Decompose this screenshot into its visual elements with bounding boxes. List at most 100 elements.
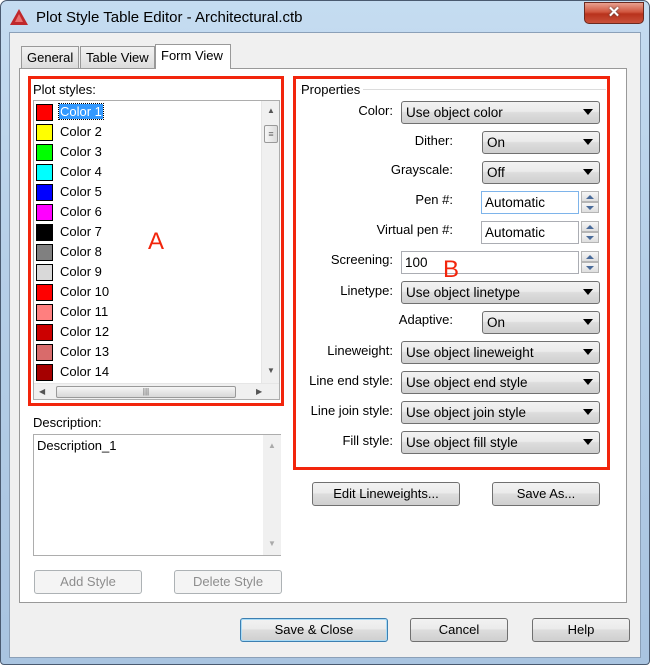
annotation-b: B — [443, 256, 460, 283]
plot-style-item[interactable]: Color 6 — [34, 202, 259, 222]
virtual-pen-spinner[interactable] — [581, 221, 599, 244]
save-as-button[interactable]: Save As... — [492, 482, 600, 506]
linetype-dropdown[interactable]: Use object linetype — [401, 281, 600, 304]
spin-up-button[interactable] — [581, 251, 599, 262]
color-swatch — [36, 164, 53, 181]
virtual-pen-value: Automatic — [485, 225, 546, 240]
adaptive-value: On — [487, 315, 506, 330]
plot-style-item[interactable]: Color 7 — [34, 222, 259, 242]
scroll-left-arrow-icon[interactable]: ◀ — [39, 387, 45, 396]
title-bar[interactable]: Plot Style Table Editor - Architectural.… — [1, 1, 649, 33]
color-swatch — [36, 344, 53, 361]
lineweight-dropdown[interactable]: Use object lineweight — [401, 341, 600, 364]
add-style-button[interactable]: Add Style — [34, 570, 142, 594]
delete-style-button[interactable]: Delete Style — [174, 570, 282, 594]
dropdown-arrow-icon — [583, 439, 593, 445]
cancel-button[interactable]: Cancel — [410, 618, 508, 642]
screening-value: 100 — [405, 255, 428, 270]
line-join-style-value: Use object join style — [406, 405, 527, 420]
scroll-up-arrow-icon[interactable]: ▲ — [268, 441, 276, 450]
description-label: Description: — [33, 415, 102, 430]
adaptive-dropdown[interactable]: On — [482, 311, 600, 334]
plot-style-item[interactable]: Color 8 — [34, 242, 259, 262]
color-swatch — [36, 264, 53, 281]
help-button[interactable]: Help — [532, 618, 630, 642]
color-value: Use object color — [406, 105, 503, 120]
spin-up-button[interactable] — [581, 221, 599, 232]
down-arrow-icon — [586, 266, 594, 270]
screening-spinner[interactable] — [581, 251, 599, 274]
scroll-thumb-vertical[interactable]: ≡ — [264, 125, 278, 143]
tab-general[interactable]: General — [21, 46, 79, 68]
dropdown-arrow-icon — [583, 169, 593, 175]
scroll-down-arrow-icon[interactable]: ▼ — [268, 539, 276, 548]
fill-style-dropdown[interactable]: Use object fill style — [401, 431, 600, 454]
plot-style-item[interactable]: Color 14 — [34, 362, 259, 382]
scroll-right-arrow-icon[interactable]: ▶ — [256, 387, 262, 396]
tab-form-view[interactable]: Form View — [155, 44, 231, 69]
line-end-style-dropdown[interactable]: Use object end style — [401, 371, 600, 394]
screening-input[interactable]: 100 — [401, 251, 579, 274]
tab-table-view[interactable]: Table View — [80, 46, 155, 68]
plot-style-label: Color 6 — [60, 204, 102, 219]
adaptive-label: Adaptive: — [398, 312, 453, 327]
plot-styles-horizontal-scrollbar[interactable]: ◀ ||| ▶ — [34, 383, 279, 399]
plot-style-item[interactable]: Color 9 — [34, 262, 259, 282]
plot-styles-vertical-scrollbar[interactable]: ▲ ≡ ▼ — [261, 101, 279, 383]
dropdown-arrow-icon — [583, 409, 593, 415]
spin-up-button[interactable] — [581, 191, 599, 202]
fill-style-label: Fill style: — [342, 433, 393, 448]
fill-style-value: Use object fill style — [406, 435, 518, 450]
line-join-style-dropdown[interactable]: Use object join style — [401, 401, 600, 424]
pen-number-input[interactable]: Automatic — [481, 191, 579, 214]
linetype-label: Linetype: — [340, 283, 393, 298]
edit-lineweights-button[interactable]: Edit Lineweights... — [312, 482, 460, 506]
dropdown-arrow-icon — [583, 319, 593, 325]
plot-style-label: Color 14 — [60, 364, 110, 379]
plot-style-item[interactable]: Color 5 — [34, 182, 259, 202]
plot-style-item[interactable]: Color 10 — [34, 282, 259, 302]
description-scrollbar[interactable]: ▲ ▼ — [263, 435, 281, 555]
lineweight-value: Use object lineweight — [406, 345, 534, 360]
plot-style-item[interactable]: Color 3 — [34, 142, 259, 162]
plot-style-item[interactable]: Color 11 — [34, 302, 259, 322]
grayscale-value: Off — [487, 165, 505, 180]
plot-style-item[interactable]: Color 12 — [34, 322, 259, 342]
pen-number-spinner[interactable] — [581, 191, 599, 214]
color-swatch — [36, 104, 53, 121]
up-arrow-icon — [586, 225, 594, 229]
plot-style-label: Color 9 — [60, 264, 102, 279]
plot-style-label: Color 4 — [60, 164, 102, 179]
plot-style-label: Color 8 — [60, 244, 102, 259]
grayscale-label: Grayscale: — [390, 162, 453, 177]
color-swatch — [36, 224, 53, 241]
save-and-close-button[interactable]: Save & Close — [240, 618, 388, 642]
grayscale-dropdown[interactable]: Off — [482, 161, 600, 184]
dither-label: Dither: — [414, 133, 453, 148]
scroll-down-arrow-icon[interactable]: ▼ — [267, 366, 275, 375]
plot-style-label: Color 10 — [60, 284, 110, 299]
color-swatch — [36, 284, 53, 301]
window-title: Plot Style Table Editor - Architectural.… — [36, 9, 303, 26]
color-dropdown[interactable]: Use object color — [401, 101, 600, 124]
close-button[interactable]: ✕ — [584, 2, 644, 24]
scroll-thumb-horizontal[interactable]: ||| — [56, 386, 236, 398]
plot-style-label: Color 2 — [60, 124, 102, 139]
plot-style-label: Color 3 — [60, 144, 102, 159]
description-value: Description_1 — [37, 438, 117, 453]
dither-dropdown[interactable]: On — [482, 131, 600, 154]
description-textarea[interactable]: Description_1 ▲ ▼ — [33, 434, 281, 556]
plot-style-item[interactable]: Color 1 — [34, 102, 259, 122]
plot-style-item[interactable]: Color 13 — [34, 342, 259, 362]
plot-style-item[interactable]: Color 2 — [34, 122, 259, 142]
spin-down-button[interactable] — [581, 202, 599, 213]
dropdown-arrow-icon — [583, 109, 593, 115]
screening-label: Screening: — [330, 252, 393, 267]
virtual-pen-input[interactable]: Automatic — [481, 221, 579, 244]
color-swatch — [36, 244, 53, 261]
spin-down-button[interactable] — [581, 262, 599, 273]
spin-down-button[interactable] — [581, 232, 599, 243]
plot-style-item[interactable]: Color 4 — [34, 162, 259, 182]
scroll-up-arrow-icon[interactable]: ▲ — [267, 106, 275, 115]
dropdown-arrow-icon — [583, 349, 593, 355]
